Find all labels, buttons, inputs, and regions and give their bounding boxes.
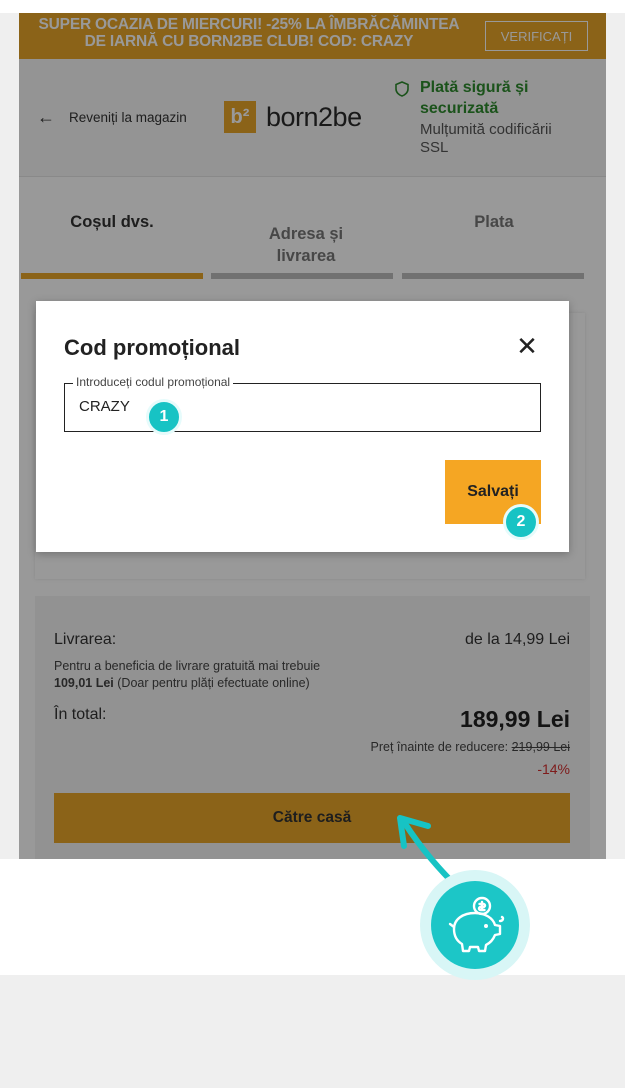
step-marker-1: 1 <box>146 399 182 435</box>
piggy-bank-circle <box>431 881 519 969</box>
dialog-title: Cod promoțional <box>64 335 240 360</box>
checkout-page: SUPER OCAZIA DE MIERCURI! -25% LA ÎMBRĂC… <box>19 13 606 859</box>
top-strip <box>0 0 625 13</box>
promo-code-label: Introduceți codul promoțional <box>73 375 234 389</box>
piggy-bank-badge <box>420 870 530 980</box>
promo-code-field[interactable]: Introduceți codul promoțional <box>64 375 541 432</box>
bottom-area <box>0 975 625 1088</box>
below-area <box>0 859 625 975</box>
close-icon[interactable]: ✕ <box>514 333 540 359</box>
promo-code-dialog: Cod promoțional ✕ Introduceți codul prom… <box>36 301 569 552</box>
promo-code-input[interactable] <box>79 398 519 415</box>
piggy-bank-icon <box>448 896 505 953</box>
step-marker-2: 2 <box>503 504 539 540</box>
